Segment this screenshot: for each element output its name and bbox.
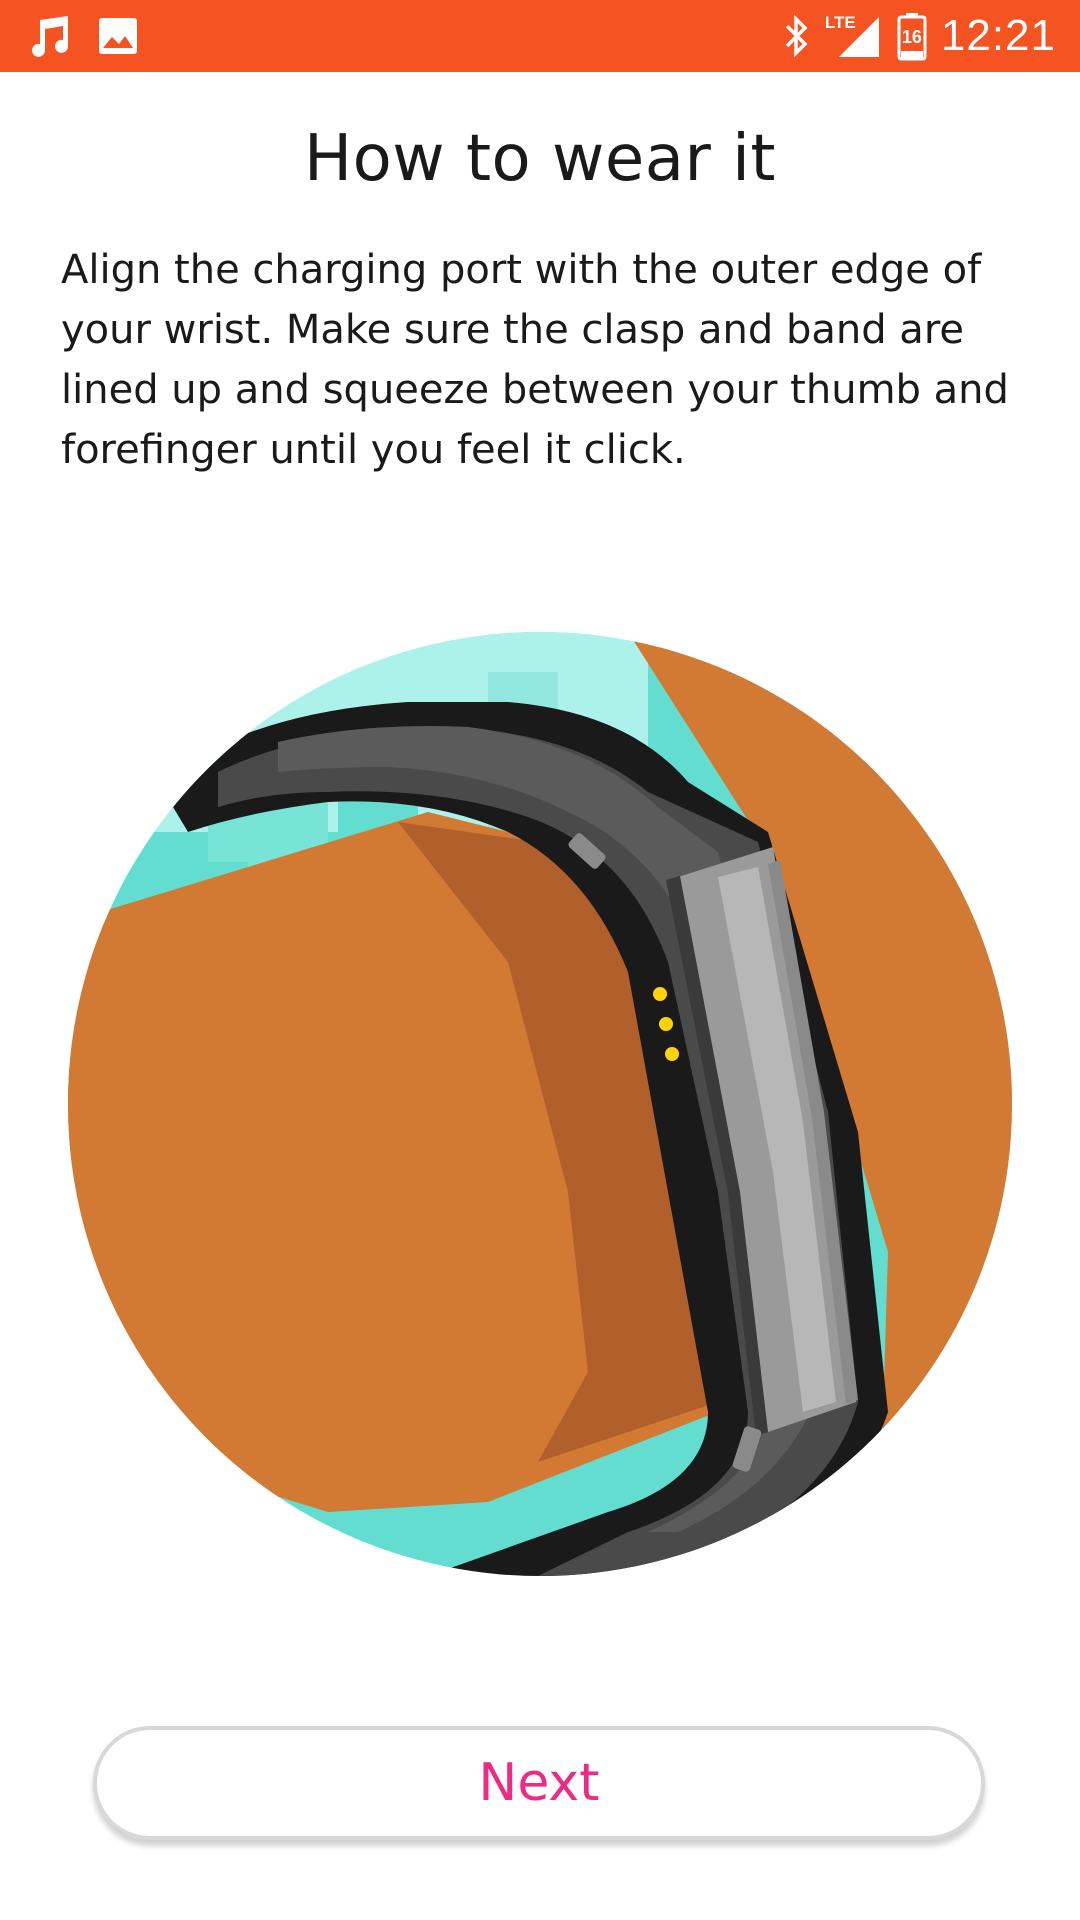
music-note-icon	[30, 14, 72, 58]
battery-icon: 16	[897, 11, 927, 61]
status-bar-notifications	[30, 12, 138, 60]
lte-signal-icon: LTE	[825, 11, 883, 61]
network-type-label: LTE	[824, 13, 856, 32]
page-title: How to wear it	[303, 122, 777, 196]
status-bar-system: LTE 16 12:21	[783, 8, 1056, 64]
next-button[interactable]: Next	[93, 1726, 985, 1840]
instructions-text: Align the charging port with the outer e…	[61, 247, 1009, 473]
bluetooth-icon	[783, 14, 811, 58]
battery-level-label: 16	[901, 27, 922, 47]
fitness-band-on-wrist-illustration	[68, 632, 1012, 1576]
status-bar-time: 12:21	[940, 11, 1056, 60]
image-icon	[98, 17, 138, 55]
status-bar: LTE 16 12:21	[0, 0, 1080, 72]
